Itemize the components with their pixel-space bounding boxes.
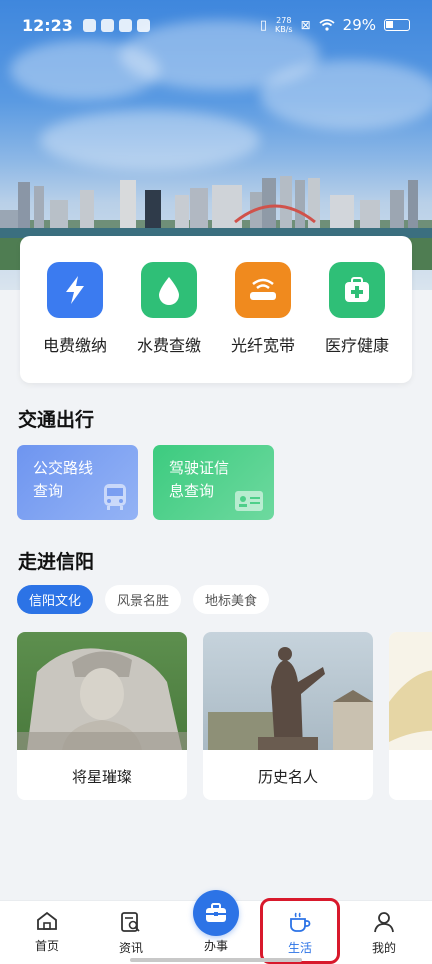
id-card-icon [235, 491, 263, 511]
nav-profile[interactable]: 我的 [349, 911, 419, 956]
bus-route-card[interactable]: 公交路线 查询 [17, 445, 138, 520]
nav-home[interactable]: 首页 [12, 911, 82, 954]
service-water[interactable]: 水费查缴 [124, 262, 214, 383]
notification-icon [82, 18, 96, 32]
status-bar: 12:23 ▯ 278 KB/s ⊠ 29% [0, 0, 432, 50]
battery-icon [384, 19, 410, 31]
bus-icon [104, 484, 126, 510]
category-chips: 信阳文化 风景名胜 地标美食 [17, 585, 270, 614]
wifi-icon [319, 19, 335, 31]
notification-icon [118, 18, 132, 32]
services-fab-button[interactable] [193, 890, 239, 936]
vibrate-icon: ▯ [259, 17, 267, 33]
section-title-discover: 走进信阳 [18, 551, 95, 573]
highlight-box [260, 898, 340, 964]
notification-icon [100, 18, 114, 32]
water-drop-icon [141, 262, 197, 318]
briefcase-icon [206, 903, 226, 922]
service-broadband[interactable]: 光纤宽带 [218, 262, 308, 383]
painting-image [389, 632, 432, 750]
chip-scenery[interactable]: 风景名胜 [105, 585, 182, 614]
home-indicator [130, 958, 302, 962]
router-icon [235, 262, 291, 318]
service-medical[interactable]: 医疗健康 [312, 262, 402, 383]
person-icon [374, 912, 394, 933]
driver-license-card[interactable]: 驾驶证信 息查询 [153, 445, 274, 520]
medical-kit-icon [329, 262, 385, 318]
chip-culture[interactable]: 信阳文化 [17, 585, 94, 614]
home-icon [37, 911, 57, 930]
lightning-icon [47, 262, 103, 318]
clock: 12:23 [22, 15, 73, 35]
services-card: 电费缴纳 水费查缴 光纤宽带 医疗健康 [20, 236, 412, 383]
general-statue-image [17, 632, 187, 750]
net-speed: 278 KB/s [274, 16, 293, 34]
historical-statue-image [203, 632, 373, 750]
notification-icon [136, 18, 150, 32]
nav-news[interactable]: 资讯 [96, 911, 166, 956]
nav-services[interactable]: 办事 [181, 937, 251, 954]
sim-icon: ⊠ [300, 18, 311, 32]
culture-card-partial[interactable] [389, 632, 432, 800]
service-electricity[interactable]: 电费缴纳 [30, 262, 120, 383]
culture-card-generals[interactable]: 将星璀璨 [17, 632, 187, 800]
section-title-transport: 交通出行 [18, 409, 95, 431]
chip-food[interactable]: 地标美食 [193, 585, 270, 614]
culture-card-historical-figures[interactable]: 历史名人 [203, 632, 373, 800]
news-search-icon [121, 912, 140, 932]
battery-level: 29% [342, 16, 376, 34]
